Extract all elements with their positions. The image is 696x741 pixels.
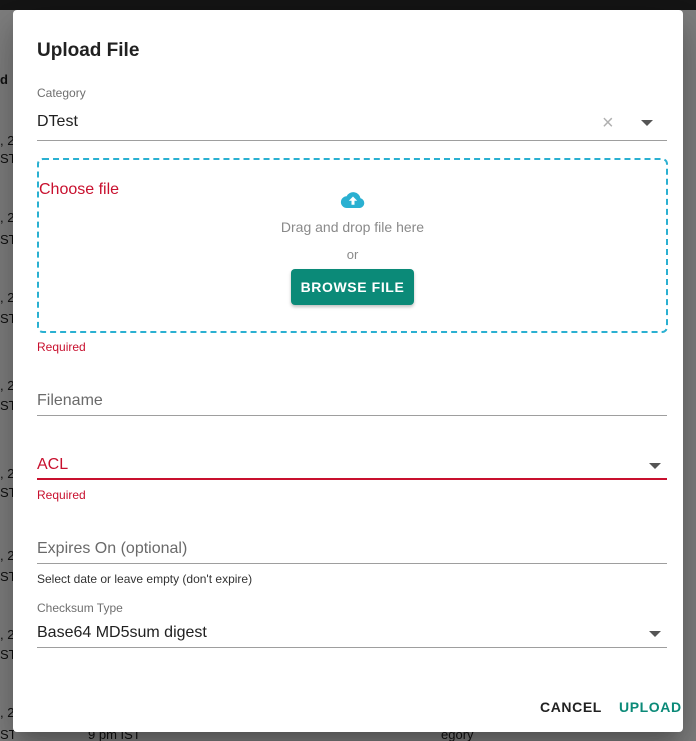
category-underline: [37, 140, 667, 141]
expires-on-underline: [37, 563, 667, 564]
upload-file-dialog: Upload File Category DTest × Choose file…: [13, 10, 683, 732]
filename-placeholder: Filename: [37, 392, 103, 409]
filename-underline: [37, 415, 667, 416]
checksum-type-value: Base64 MD5sum digest: [37, 624, 207, 641]
category-label: Category: [37, 86, 86, 100]
choose-file-label: Choose file: [39, 181, 120, 198]
expires-on-helper: Select date or leave empty (don't expire…: [37, 572, 253, 586]
close-icon[interactable]: ×: [602, 113, 614, 133]
checksum-type-label: Checksum Type: [37, 601, 123, 615]
filename-field[interactable]: Filename: [37, 390, 667, 418]
acl-placeholder: ACL: [37, 456, 69, 473]
chevron-down-icon[interactable]: [649, 631, 661, 637]
expires-on-placeholder: Expires On (optional): [37, 540, 188, 557]
chevron-down-icon[interactable]: [641, 120, 653, 126]
acl-underline: [37, 478, 667, 480]
or-text: or: [346, 247, 359, 262]
category-select[interactable]: Category DTest ×: [37, 86, 667, 142]
file-required-error: Required: [37, 340, 86, 354]
file-dropzone[interactable]: Choose file Drag and drop file here or B…: [37, 158, 668, 333]
chevron-down-icon[interactable]: [649, 463, 661, 469]
browse-file-button[interactable]: BROWSE FILE: [291, 269, 414, 305]
dialog-title: Upload File: [37, 40, 140, 61]
category-value: DTest: [37, 113, 78, 130]
acl-select[interactable]: ACL: [37, 454, 667, 482]
checksum-type-underline: [37, 647, 667, 648]
checksum-type-select[interactable]: Checksum Type Base64 MD5sum digest: [37, 601, 667, 649]
expires-on-field[interactable]: Expires On (optional): [37, 538, 667, 566]
acl-required-error: Required: [37, 488, 86, 502]
upload-button[interactable]: UPLOAD: [619, 699, 682, 715]
drag-drop-text: Drag and drop file here: [280, 219, 425, 235]
cancel-button[interactable]: CANCEL: [540, 699, 602, 715]
cloud-upload-icon: [340, 192, 365, 209]
